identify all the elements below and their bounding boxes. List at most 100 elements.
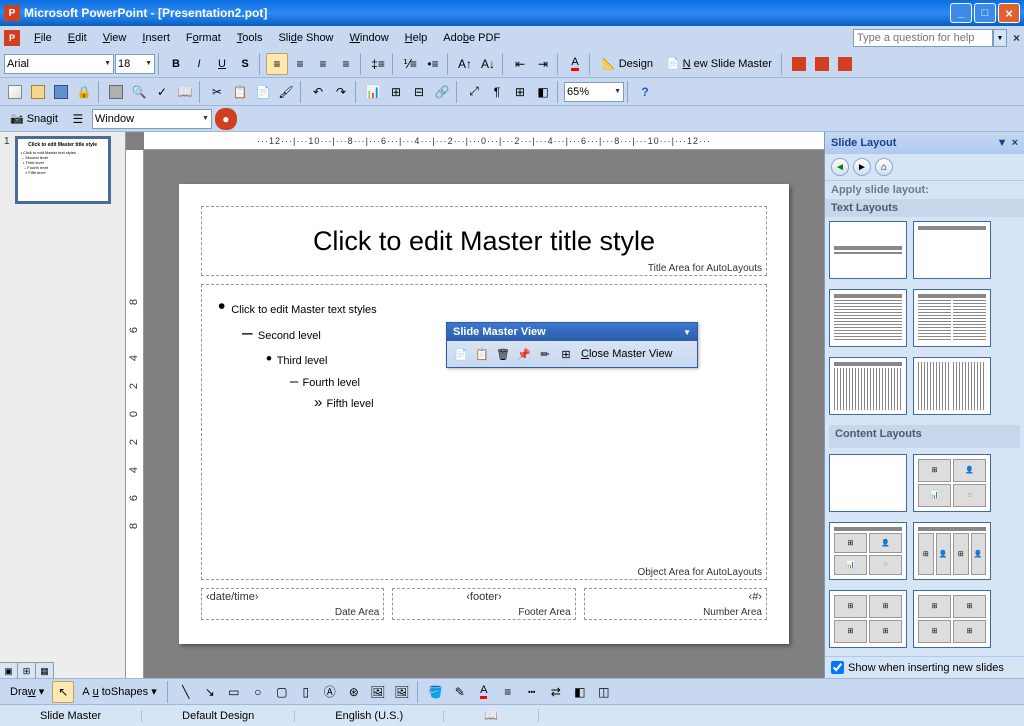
shadow-style-button[interactable]: ◧ [569, 681, 591, 703]
increase-font-button[interactable]: A↑ [454, 53, 476, 75]
snagit-capture-button[interactable]: ● [215, 108, 237, 130]
new-slide-master-button[interactable]: 📄New Slide Master [660, 53, 778, 75]
underline-button[interactable]: U [211, 53, 233, 75]
nav-forward-button[interactable]: ► [853, 158, 871, 176]
show-inserting-checkbox[interactable] [831, 661, 844, 674]
master-layout-button[interactable]: ⊞ [556, 344, 576, 364]
snagit-button[interactable]: 📷 Snagit [4, 108, 64, 130]
fill-color-button[interactable]: 🪣 [425, 681, 447, 703]
footer-placeholder[interactable]: ‹footer› Footer Area [392, 588, 575, 620]
font-name-select[interactable]: Arial▼ [4, 54, 114, 74]
align-left-button[interactable]: ≡ [266, 53, 288, 75]
align-justify-button[interactable]: ≡ [335, 53, 357, 75]
menu-view[interactable]: View [95, 29, 135, 47]
document-icon[interactable]: P [4, 30, 20, 46]
wordart-button[interactable]: Ⓐ [319, 681, 341, 703]
layout-title-text[interactable] [829, 289, 907, 347]
line-spacing-button[interactable]: ‡≡ [367, 53, 389, 75]
status-language[interactable]: English (U.S.) [295, 710, 444, 722]
bullets-button[interactable]: •≡ [422, 53, 444, 75]
delete-master-button[interactable]: 🗑 [493, 344, 513, 364]
layout-two-column[interactable] [913, 289, 991, 347]
show-formatting-button[interactable]: ¶ [486, 81, 508, 103]
redo-button[interactable]: ↷ [330, 81, 352, 103]
spelling-button[interactable]: ✓ [151, 81, 173, 103]
taskpane-close-icon[interactable]: × [1012, 137, 1018, 149]
tables-borders-button[interactable]: ⊟ [408, 81, 430, 103]
3d-style-button[interactable]: ◫ [593, 681, 615, 703]
insert-chart-button[interactable]: 📊 [362, 81, 384, 103]
copy-button[interactable]: 📋 [229, 81, 251, 103]
paste-button[interactable]: 📄 [252, 81, 274, 103]
menu-format[interactable]: Format [178, 29, 229, 47]
select-objects-button[interactable]: ↖ [52, 681, 74, 703]
close-master-view-button[interactable]: Close Master View [581, 348, 673, 360]
layout-four-content[interactable]: ⊞⊞⊞⊞ [829, 590, 907, 648]
save-button[interactable] [50, 81, 72, 103]
sorter-view-button[interactable]: ⊞ [18, 663, 36, 679]
preserve-master-button[interactable]: 📌 [514, 344, 534, 364]
layout-title-only[interactable] [913, 221, 991, 279]
line-button[interactable]: ╲ [175, 681, 197, 703]
research-button[interactable]: 📖 [174, 81, 196, 103]
menu-slideshow[interactable]: Slide Show [270, 29, 341, 47]
print-preview-button[interactable]: 🔍 [128, 81, 150, 103]
maximize-button[interactable]: □ [974, 3, 996, 23]
font-color-button[interactable]: A [564, 53, 586, 75]
pdf-export2-icon[interactable] [811, 53, 833, 75]
zoom-select[interactable]: 65%▼ [564, 82, 624, 102]
close-button[interactable]: × [998, 3, 1020, 23]
help-input[interactable] [853, 29, 993, 47]
status-spell-icon[interactable]: 📖 [444, 709, 539, 722]
undo-button[interactable]: ↶ [307, 81, 329, 103]
slide-thumbnail[interactable]: Click to edit Master title style • Click… [15, 136, 111, 204]
diagram-button[interactable]: ⊛ [343, 681, 365, 703]
open-button[interactable] [27, 81, 49, 103]
rename-master-button[interactable]: ✏ [535, 344, 555, 364]
pdf-export-icon[interactable] [788, 53, 810, 75]
design-button[interactable]: 📐Design [596, 53, 659, 75]
autoshapes-menu[interactable]: AutoShapes ▾ [76, 681, 163, 703]
snagit-opts-button[interactable]: ☰ [67, 108, 89, 130]
slide-canvas[interactable]: Click to edit Master title style Title A… [144, 150, 824, 678]
bold-button[interactable]: B [165, 53, 187, 75]
layouts-list[interactable]: Content Layouts ⊞👤📊◌ ⊞👤📊◌ ⊞👤⊞👤 ⊞⊞⊞⊞ ⊞⊞⊞⊞ [825, 217, 1024, 656]
help-dropdown[interactable]: ▼ [993, 29, 1007, 47]
vertical-textbox-button[interactable]: ▯ [295, 681, 317, 703]
expand-all-button[interactable]: ⤢ [463, 81, 485, 103]
menu-edit[interactable]: Edit [60, 29, 95, 47]
insert-table-button[interactable]: ⊞ [385, 81, 407, 103]
increase-indent-button[interactable]: ⇥ [532, 53, 554, 75]
nav-home-button[interactable]: ⌂ [875, 158, 893, 176]
print-button[interactable] [105, 81, 127, 103]
decrease-font-button[interactable]: A↓ [477, 53, 499, 75]
textbox-button[interactable]: ▢ [271, 681, 293, 703]
line-color-button[interactable]: ✎ [449, 681, 471, 703]
rectangle-button[interactable]: ▭ [223, 681, 245, 703]
font-color-draw-button[interactable]: A [473, 681, 495, 703]
normal-view-button[interactable]: ▣ [0, 663, 18, 679]
date-placeholder[interactable]: ‹date/time› Date Area [201, 588, 384, 620]
insert-hyperlink-button[interactable]: 🔗 [431, 81, 453, 103]
format-painter-button[interactable]: 🖌 [275, 81, 297, 103]
layout-four-content-b[interactable]: ⊞⊞⊞⊞ [913, 590, 991, 648]
clipart-button[interactable]: 🖼 [367, 681, 389, 703]
line-style-button[interactable]: ≡ [497, 681, 519, 703]
decrease-indent-button[interactable]: ⇤ [509, 53, 531, 75]
picture-button[interactable]: 🖼 [391, 681, 413, 703]
title-placeholder[interactable]: Click to edit Master title style Title A… [201, 206, 767, 276]
arrow-button[interactable]: ↘ [199, 681, 221, 703]
shadow-button[interactable]: S [234, 53, 256, 75]
insert-slide-master-button[interactable]: 📄 [451, 344, 471, 364]
oval-button[interactable]: ○ [247, 681, 269, 703]
layout-blank[interactable] [829, 454, 907, 512]
menu-help[interactable]: Help [397, 29, 436, 47]
show-grid-button[interactable]: ⊞ [509, 81, 531, 103]
number-placeholder[interactable]: ‹#› Number Area [584, 588, 767, 620]
permission-button[interactable]: 🔒 [73, 81, 95, 103]
italic-button[interactable]: I [188, 53, 210, 75]
insert-title-master-button[interactable]: 📋 [472, 344, 492, 364]
slide-master-view-toolbar[interactable]: Slide Master View ▼ 📄 📋 🗑 📌 ✏ ⊞ Close Ma… [446, 322, 698, 368]
layout-title-slide[interactable] [829, 221, 907, 279]
nav-back-button[interactable]: ◄ [831, 158, 849, 176]
